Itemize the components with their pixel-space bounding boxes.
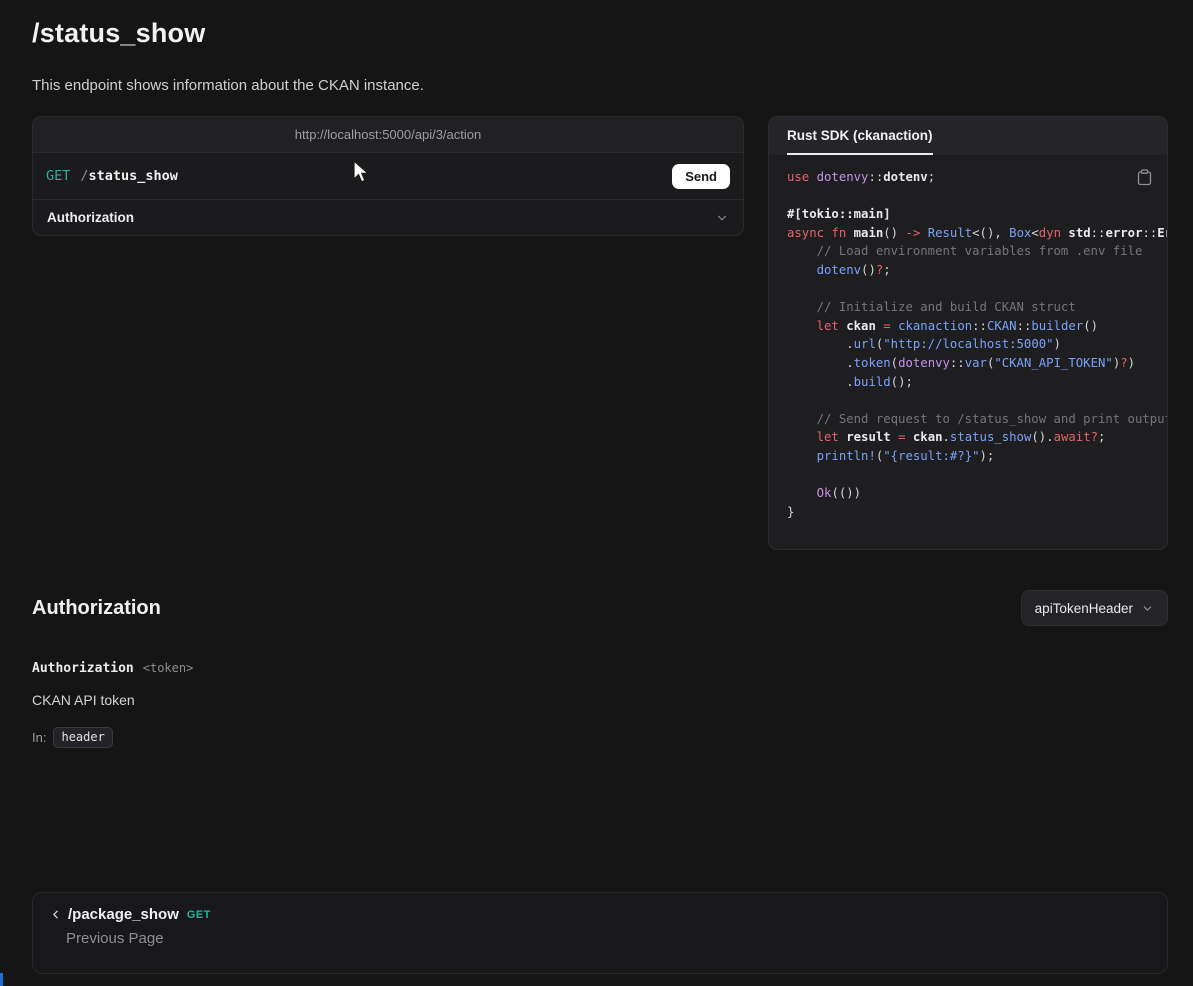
request-path-slash: /: [80, 168, 88, 184]
code-block: use dotenvy::dotenv; #[tokio::main]async…: [787, 168, 1167, 521]
tab-rust-sdk[interactable]: Rust SDK (ckanaction): [787, 117, 933, 155]
param-in-badge: header: [53, 727, 112, 748]
clipboard-icon: [1137, 169, 1152, 186]
chevron-down-icon: [715, 211, 729, 225]
param-description: CKAN API token: [32, 692, 1168, 708]
base-url-text: http://localhost:5000/api/3/action: [295, 127, 481, 142]
focus-indicator: [0, 973, 3, 986]
code-line: async fn main() -> Result<(), Box<dyn st…: [787, 224, 1167, 243]
send-button[interactable]: Send: [672, 164, 730, 189]
auth-accordion-toggle[interactable]: Authorization: [33, 199, 743, 235]
two-column-layout: http://localhost:5000/api/3/action GET /…: [32, 116, 1168, 550]
page-description: This endpoint shows information about th…: [32, 77, 1168, 94]
request-path-name: status_show: [89, 168, 178, 184]
prev-page-title-row: /package_show GET: [49, 906, 1151, 923]
code-line: use dotenvy::dotenv;: [787, 168, 1167, 187]
page-title: /status_show: [32, 18, 1168, 49]
prev-page-method-badge: GET: [187, 909, 211, 921]
request-row: GET /status_show Send: [33, 153, 743, 199]
copy-button[interactable]: [1135, 167, 1154, 188]
param-in-label: In:: [32, 730, 46, 745]
request-path: /status_show: [80, 168, 178, 184]
authorization-section-header: Authorization apiTokenHeader: [32, 590, 1168, 626]
chevron-left-icon: [49, 908, 62, 921]
auth-accordion-label: Authorization: [47, 210, 134, 225]
code-line: [787, 466, 1167, 485]
code-line: #[tokio::main]: [787, 205, 1167, 224]
code-line: let ckan = ckanaction::CKAN::builder(): [787, 317, 1167, 336]
chevron-down-icon: [1141, 602, 1154, 615]
param-type: <token>: [143, 661, 194, 675]
param-name: Authorization: [32, 661, 134, 676]
auth-scheme-select[interactable]: apiTokenHeader: [1021, 590, 1168, 626]
code-panel-header: Rust SDK (ckanaction): [769, 117, 1167, 155]
code-area: use dotenvy::dotenv; #[tokio::main]async…: [769, 155, 1167, 549]
main-content: /status_show This endpoint shows informa…: [32, 0, 1168, 748]
prev-page-title: /package_show: [68, 906, 179, 923]
code-line: .build();: [787, 373, 1167, 392]
param-in-row: In: header: [32, 727, 1168, 748]
code-line: .url("http://localhost:5000"): [787, 335, 1167, 354]
authorization-heading: Authorization: [32, 597, 161, 620]
prev-page-label: Previous Page: [66, 930, 1151, 947]
code-line: println!("{result:#?}");: [787, 447, 1167, 466]
auth-scheme-value: apiTokenHeader: [1035, 601, 1133, 616]
code-line: // Load environment variables from .env …: [787, 242, 1167, 261]
code-line: [787, 187, 1167, 206]
code-line: // Initialize and build CKAN struct: [787, 298, 1167, 317]
code-line: .token(dotenvy::var("CKAN_API_TOKEN")?): [787, 354, 1167, 373]
prev-page-card[interactable]: /package_show GET Previous Page: [32, 892, 1168, 974]
code-line: let result = ckan.status_show().await?;: [787, 428, 1167, 447]
code-line: dotenv()?;: [787, 261, 1167, 280]
request-method-badge: GET: [46, 168, 70, 184]
code-line: Ok(()): [787, 484, 1167, 503]
base-url-bar[interactable]: http://localhost:5000/api/3/action: [33, 117, 743, 153]
param-header-row: Authorization <token>: [32, 661, 1168, 676]
code-line: // Send request to /status_show and prin…: [787, 410, 1167, 429]
code-line: [787, 280, 1167, 299]
code-line: [787, 391, 1167, 410]
code-example-panel: Rust SDK (ckanaction) use dotenvy::doten…: [768, 116, 1168, 550]
request-playground-card: http://localhost:5000/api/3/action GET /…: [32, 116, 744, 236]
code-line: }: [787, 503, 1167, 522]
